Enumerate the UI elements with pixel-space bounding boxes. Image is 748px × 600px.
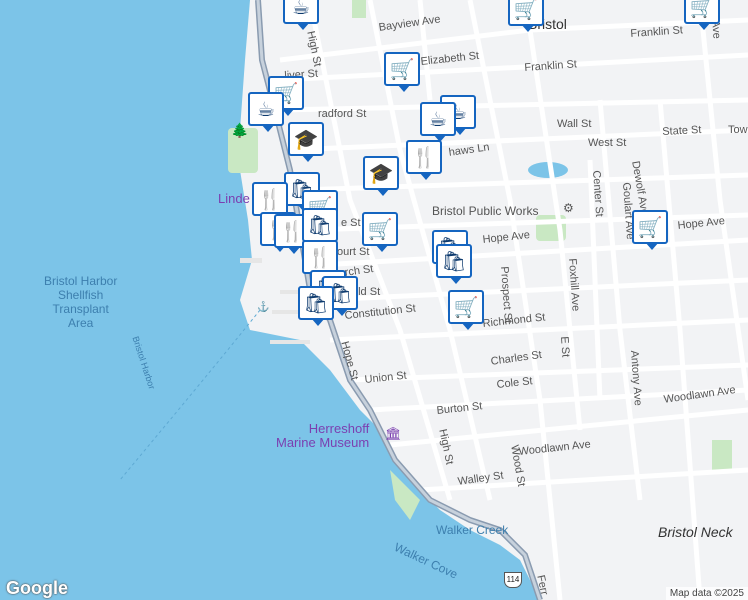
place-label-public-works: Bristol Public Works [432, 204, 539, 218]
graduation-cap-icon[interactable]: 🎓 [288, 122, 324, 162]
route-114-shield: 114 [504, 572, 522, 588]
shopping-bag-icon[interactable]: 🛍 [302, 208, 338, 248]
street-e: E St [558, 336, 572, 358]
place-label-bristol-neck: Bristol Neck [658, 524, 733, 540]
map-canvas[interactable]: Bristol Bristol Neck Linde Bristol Publi… [0, 0, 748, 600]
street-wall: Wall St [557, 118, 592, 130]
harbor-icon: ⚓ [257, 302, 270, 313]
cart-icon[interactable]: 🛒 [362, 212, 398, 252]
street-west: West St [588, 137, 627, 149]
water-label-walker-creek: Walker Creek [436, 523, 509, 537]
cart-icon[interactable]: 🛒 [508, 0, 544, 32]
street-bradford: radford St [318, 108, 367, 120]
shopping-bag-icon[interactable]: 🛍 [436, 244, 472, 284]
street-tower: Tow [728, 124, 748, 136]
water-label-shellfish-area: Bristol Harbor Shellfish Transplant Area [44, 274, 118, 330]
place-label-herreshoff: Herreshoff Marine Museum [276, 421, 370, 450]
public-works-icon: ⚙ [563, 201, 574, 215]
cart-icon[interactable]: 🛒 [684, 0, 720, 30]
cup-icon[interactable]: ☕ [420, 102, 456, 142]
cup-icon[interactable]: ☕ [283, 0, 319, 30]
park-tree-icon: 🌲 [231, 122, 249, 138]
cart-icon[interactable]: 🛒 [448, 290, 484, 330]
google-logo: Google [6, 578, 68, 598]
fork-knife-icon[interactable]: 🍴 [252, 182, 288, 222]
museum-icon: 🏛 [385, 426, 402, 441]
street-state: State St [662, 123, 702, 138]
cart-icon[interactable]: 🛒 [384, 52, 420, 92]
graduation-cap-icon[interactable]: 🎓 [363, 156, 399, 196]
street-court: ourt St [337, 246, 370, 258]
map-attribution[interactable]: Map data ©2025 [665, 587, 748, 600]
street-bay: e St [341, 217, 361, 229]
cup-icon[interactable]: ☕ [248, 92, 284, 132]
place-label-linden: Linde [218, 191, 250, 206]
fork-knife-icon[interactable]: 🍴 [406, 140, 442, 180]
cart-icon[interactable]: 🛒 [632, 210, 668, 250]
fork-knife-icon[interactable]: 🍴 [302, 240, 338, 280]
shopping-bag-icon[interactable]: 🛍 [298, 286, 334, 326]
